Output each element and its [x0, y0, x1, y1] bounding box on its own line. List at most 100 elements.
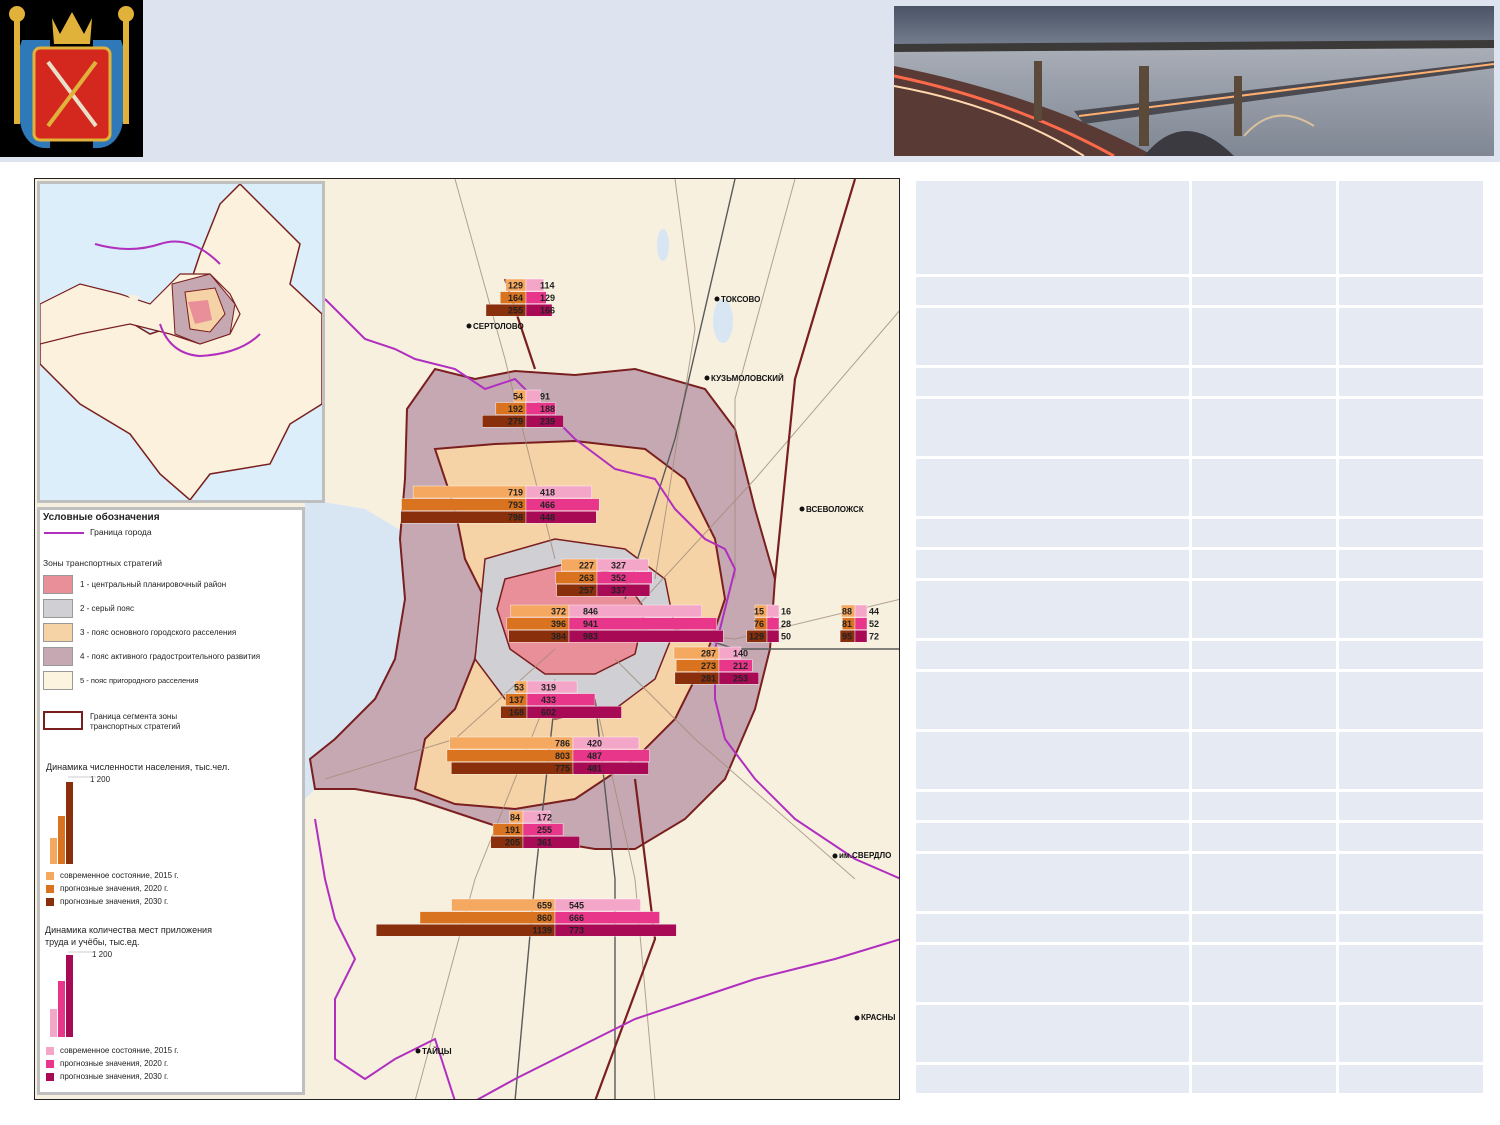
table-cell — [1339, 791, 1483, 820]
jobs-value-label: 44 — [869, 607, 879, 617]
table-row — [916, 945, 1483, 1002]
table-row — [916, 368, 1483, 397]
zone-1-label: 1 - центральный планировочный район — [80, 580, 227, 589]
table-cell — [916, 641, 1190, 670]
population-value-label: 84 — [510, 813, 520, 823]
zone-4-swatch — [43, 647, 73, 666]
population-value-label: 719 — [508, 488, 523, 498]
table-cell — [916, 181, 1190, 275]
jobs-value-label: 72 — [869, 632, 879, 642]
segment-border-label: Граница сегмента зоны транспортных страт… — [90, 712, 181, 731]
population-value-label: 129 — [508, 281, 523, 291]
jobs-bar — [525, 498, 600, 511]
jobs-2020-swatch — [46, 1060, 54, 1068]
table-cell — [1339, 1004, 1483, 1062]
table-cell — [1192, 1064, 1337, 1093]
table-row — [916, 459, 1483, 516]
table-cell — [916, 368, 1190, 397]
jobs-value-label: 239 — [540, 417, 555, 427]
population-2020-label: прогнозные значения, 2020 г. — [60, 884, 169, 893]
place-label-sverdlov: им.СВЕРДЛО — [839, 851, 892, 860]
zone-3-label: 3 - пояс основного городского расселения — [80, 628, 237, 637]
jobs-value-label: 773 — [569, 926, 584, 936]
jobs-value-label: 466 — [540, 500, 555, 510]
table-cell — [916, 518, 1190, 548]
population-value-label: 257 — [579, 586, 594, 596]
jobs-value-label: 255 — [537, 825, 552, 835]
table-cell — [1192, 732, 1337, 789]
jobs-value-label: 337 — [611, 586, 626, 596]
table-cell — [1192, 641, 1337, 670]
jobs-value-label: 16 — [781, 607, 791, 617]
table-cell — [1339, 277, 1483, 306]
jobs-bar — [766, 630, 780, 643]
population-value-label: 803 — [555, 751, 570, 761]
zone-2-label: 2 - серый пояс — [80, 604, 135, 613]
jobs-bar — [526, 693, 596, 706]
population-value-label: 775 — [555, 764, 570, 774]
legend-zones-title: Зоны транспортных стратегий — [43, 558, 163, 568]
jobs-value-label: 418 — [540, 488, 555, 498]
table-cell — [916, 732, 1190, 789]
population-value-label: 287 — [701, 649, 716, 659]
map-legend: Условные обозначения Граница города Зоны… — [37, 507, 305, 1095]
jobs-value-label: 129 — [540, 293, 555, 303]
jobs-bar — [766, 604, 780, 618]
population-value-label: 798 — [508, 513, 523, 523]
table-cell — [1192, 368, 1337, 397]
jobs-2015-label: современное состояние, 2015 г. — [60, 1046, 179, 1055]
population-value-label: 255 — [508, 306, 523, 316]
population-value-label: 396 — [551, 619, 566, 629]
population-value-label: 227 — [579, 561, 594, 571]
jobs-bar — [525, 485, 592, 499]
table-cell — [916, 459, 1190, 516]
population-2030-label: прогнозные значения, 2030 г. — [60, 897, 169, 906]
table-cell — [1339, 459, 1483, 516]
table-cell — [1339, 1064, 1483, 1093]
jobs-bar — [854, 630, 868, 643]
table-cell — [1192, 518, 1337, 548]
table-row — [916, 1004, 1483, 1062]
transport-zones-map: 129 114 164 129 255 166 54 91 192 188 279 239 719 418… — [34, 178, 900, 1100]
population-value-label: 129 — [749, 632, 764, 642]
place-label-toksovo: ТОКСОВО — [721, 295, 761, 304]
population-value-label: 137 — [509, 695, 524, 705]
table-cell — [1192, 913, 1337, 943]
population-bar — [375, 924, 556, 937]
jobs-value-label: 212 — [733, 661, 748, 671]
population-2015-label: современное состояние, 2015 г. — [60, 871, 179, 880]
table-cell — [1339, 822, 1483, 852]
jobs-value-label: 983 — [583, 632, 598, 642]
jobs-value-label: 188 — [540, 404, 555, 414]
table-cell — [1339, 641, 1483, 670]
population-value-label: 191 — [505, 825, 520, 835]
place-label-sertolovo: СЕРТОЛОВО — [473, 322, 524, 331]
jobs-value-label: 172 — [537, 813, 552, 823]
population-value-label: 76 — [754, 619, 764, 629]
table-cell — [1339, 913, 1483, 943]
table-cell — [1339, 518, 1483, 548]
population-value-label: 263 — [579, 573, 594, 583]
table-cell — [1192, 550, 1337, 579]
table-cell — [1192, 1004, 1337, 1062]
place-label-vsevolozhsk: ВСЕВОЛОЖСК — [806, 505, 864, 514]
table-cell — [1192, 277, 1337, 306]
population-value-label: 81 — [842, 619, 852, 629]
bridge-photo — [893, 6, 1495, 158]
table-row — [916, 672, 1483, 729]
table-cell — [1339, 672, 1483, 729]
table-cell — [1192, 854, 1337, 911]
table-cell — [1192, 459, 1337, 516]
table-cell — [1192, 672, 1337, 729]
table-row — [916, 791, 1483, 820]
table-cell — [916, 1004, 1190, 1062]
table-cell — [916, 550, 1190, 579]
table-cell — [916, 581, 1190, 639]
table-row — [916, 399, 1483, 457]
table-cell — [1339, 854, 1483, 911]
jobs-value-label: 52 — [869, 619, 879, 629]
table-cell — [1339, 308, 1483, 366]
table-row — [916, 581, 1483, 639]
jobs-value-label: 941 — [583, 619, 598, 629]
place-label-krasny: КРАСНЫ — [861, 1013, 896, 1022]
